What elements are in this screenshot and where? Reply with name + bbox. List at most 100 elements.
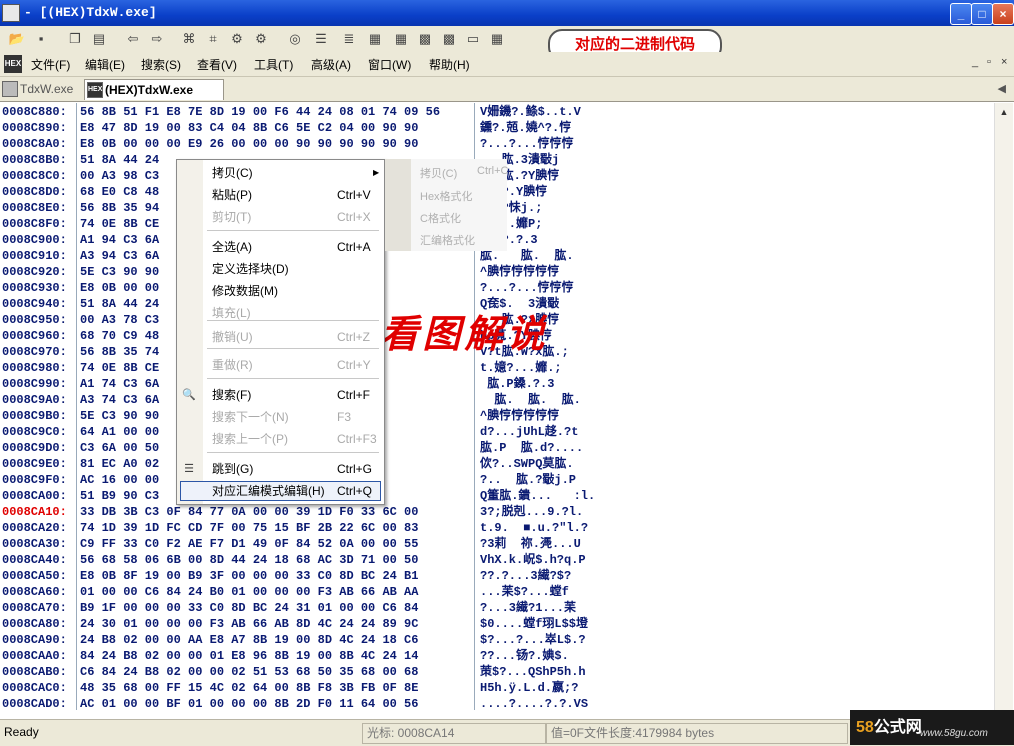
row-hex-bytes: A3 74 C3 6A: [80, 393, 160, 407]
row-address: 0008C8C0:: [2, 169, 67, 183]
menu-separator: [207, 230, 379, 231]
tool5-icon[interactable]: ◎: [286, 30, 304, 48]
mdi-restore-button[interactable]: ▫: [987, 56, 991, 68]
row-hex-bytes: 24 B8 02 00 00 AA E8 A7 8B 19 00 8D 4C 2…: [80, 633, 419, 647]
scroll-up-icon[interactable]: ▲: [997, 105, 1011, 119]
row-ascii: 鑂?.兡.嬈^?.悙: [480, 121, 572, 135]
row-address: 0008C900:: [2, 233, 67, 247]
row-address: 0008CA70:: [2, 601, 67, 615]
row-hex-bytes: 68 E0 C8 48: [80, 185, 160, 199]
context-menu-item[interactable]: 拷贝(C) ▶: [177, 163, 384, 183]
tool7-icon[interactable]: ≣: [340, 30, 358, 48]
menu-item-shortcut: Ctrl+G: [337, 462, 373, 476]
row-address: 0008C9F0:: [2, 473, 67, 487]
app-icon[interactable]: [2, 4, 20, 22]
menu-edit[interactable]: 编辑(E): [85, 56, 125, 73]
menu-item-shortcut: Ctrl+F: [337, 388, 370, 402]
row-hex-bytes: B9 1F 00 00 00 33 C0 8D BC 24 31 01 00 0…: [80, 601, 419, 615]
row-ascii: d?...jUhL趍.?t: [480, 425, 579, 439]
forward-icon[interactable]: ⇨: [148, 30, 166, 48]
context-menu-item[interactable]: 粘贴(P) Ctrl+V: [177, 185, 384, 205]
watermark-brand: 公式网: [873, 719, 922, 736]
context-menu-item[interactable]: 剪切(T) Ctrl+X: [177, 207, 384, 227]
row-hex-bytes: 84 24 B8 02 00 00 01 E8 96 8B 19 00 8B 4…: [80, 649, 419, 663]
maximize-button[interactable]: □: [971, 3, 993, 25]
open-icon[interactable]: 📂: [8, 30, 26, 48]
context-menu-item[interactable]: 修改数据(M): [177, 281, 384, 301]
close-button[interactable]: ×: [992, 3, 1014, 25]
tab-scroll-left-icon[interactable]: ◀: [998, 82, 1006, 95]
submenu-item-hex-format[interactable]: Hex格式化: [420, 188, 473, 204]
mdi-minimize-button[interactable]: _: [972, 56, 978, 68]
context-menu-item[interactable]: 全选(A) Ctrl+A: [177, 237, 384, 257]
row-address: 0008C910:: [2, 249, 67, 263]
paste-icon[interactable]: ▤: [90, 30, 108, 48]
menu-view[interactable]: 查看(V): [197, 56, 237, 73]
watermark-url: www.58gu.com: [920, 728, 988, 739]
tool9-icon[interactable]: ▦: [392, 30, 410, 48]
row-hex-bytes: 56 8B 51 F1 E8 7E 8D 19 00 F6 44 24 08 0…: [80, 105, 441, 119]
copy-icon[interactable]: ❐: [66, 30, 84, 48]
submenu-item-c-format[interactable]: C格式化: [420, 210, 461, 226]
tool11-icon[interactable]: ▩: [440, 30, 458, 48]
tool4-icon[interactable]: ⚙: [252, 30, 270, 48]
back-icon[interactable]: ⇦: [124, 30, 142, 48]
menu-item-shortcut: Ctrl+V: [337, 188, 371, 202]
row-hex-bytes: C6 84 24 B8 02 00 00 02 51 53 68 50 35 6…: [80, 665, 419, 679]
context-menu-item[interactable]: 定义选择块(D): [177, 259, 384, 279]
context-menu-item[interactable]: 重做(R) Ctrl+Y: [177, 355, 384, 375]
context-menu-item[interactable]: 对应汇编模式编辑(H) Ctrl+Q: [180, 481, 381, 501]
context-menu-item[interactable]: ☰ 跳到(G) Ctrl+G: [177, 459, 384, 479]
doc-icon[interactable]: HEX: [4, 55, 22, 73]
row-hex-bytes: 74 0E 8B CE: [80, 217, 160, 231]
tool13-icon[interactable]: ▦: [488, 30, 506, 48]
mdi-close-button[interactable]: ×: [1001, 56, 1007, 68]
row-address: 0008C970:: [2, 345, 67, 359]
toolbar: 📂 ▪ ❐ ▤ ⇦ ⇨ ⌘ ⌗ ⚙ ⚙ ◎ ☰ ≣ ▦ ▦ ▩ ▩ ▭ ▦: [0, 26, 1014, 53]
menu-window[interactable]: 窗口(W): [368, 56, 411, 73]
menu-item-label: 搜索下一个(N): [212, 410, 289, 424]
row-address: 0008CAD0:: [2, 697, 67, 710]
menu-item-label: 剪切(T): [212, 210, 252, 224]
tab-label: (HEX)TdxW.exe: [105, 83, 194, 97]
row-address: 0008CAC0:: [2, 681, 67, 695]
row-hex-bytes: 01 00 00 C6 84 24 B0 01 00 00 00 F3 AB 6…: [80, 585, 419, 599]
tool12-icon[interactable]: ▭: [464, 30, 482, 48]
row-ascii: 3?;脱剋...9.?l.: [480, 505, 584, 519]
row-address: 0008C930:: [2, 281, 67, 295]
tool8-icon[interactable]: ▦: [366, 30, 384, 48]
tool3-icon[interactable]: ⚙: [228, 30, 246, 48]
menu-file[interactable]: 文件(F): [31, 56, 70, 73]
tool10-icon[interactable]: ▩: [416, 30, 434, 48]
vertical-scrollbar[interactable]: ▲: [994, 103, 1013, 710]
menu-search[interactable]: 搜索(S): [141, 56, 181, 73]
row-hex-bytes: 51 B9 90 C3: [80, 489, 160, 503]
tool6-icon[interactable]: ☰: [312, 30, 330, 48]
menu-item-shortcut: Ctrl+Y: [337, 358, 371, 372]
editor-background: [610, 103, 1014, 710]
context-menu-item[interactable]: 搜索下一个(N) F3: [177, 407, 384, 427]
row-hex-bytes: 5E C3 90 90: [80, 409, 160, 423]
row-hex-bytes: 00 A3 98 C3: [80, 169, 160, 183]
submenu-gutter: [385, 159, 411, 251]
menu-help[interactable]: 帮助(H): [429, 56, 470, 73]
tool1-icon[interactable]: ⌘: [180, 30, 198, 48]
tool2-icon[interactable]: ⌗: [204, 30, 222, 48]
minimize-button[interactable]: _: [950, 3, 972, 25]
context-menu-item[interactable]: 填充(L): [177, 303, 384, 323]
context-menu-item[interactable]: 🔍 搜索(F) Ctrl+F: [177, 385, 384, 405]
submenu-item-asm-format[interactable]: 汇编格式化: [420, 232, 475, 248]
row-ascii: ??...钖?.婰$.: [480, 649, 569, 663]
save-icon[interactable]: ▪: [32, 30, 50, 48]
watermark-number: 58: [856, 719, 874, 736]
row-address: 0008C9D0:: [2, 441, 67, 455]
menu-advanced[interactable]: 高级(A): [311, 56, 351, 73]
context-menu-item[interactable]: 撤销(U) Ctrl+Z: [177, 327, 384, 347]
row-hex-bytes: C3 6A 00 50: [80, 441, 160, 455]
submenu-item-copy[interactable]: 拷贝(C): [420, 165, 457, 181]
tab-hex-tdxw-exe[interactable]: HEX (HEX)TdxW.exe: [84, 79, 224, 100]
context-menu-item[interactable]: 搜索上一个(P) Ctrl+F3: [177, 429, 384, 449]
tab-label: TdxW.exe: [20, 82, 74, 96]
menu-tools[interactable]: 工具(T): [254, 56, 293, 73]
row-hex-bytes: AC 16 00 00: [80, 473, 160, 487]
